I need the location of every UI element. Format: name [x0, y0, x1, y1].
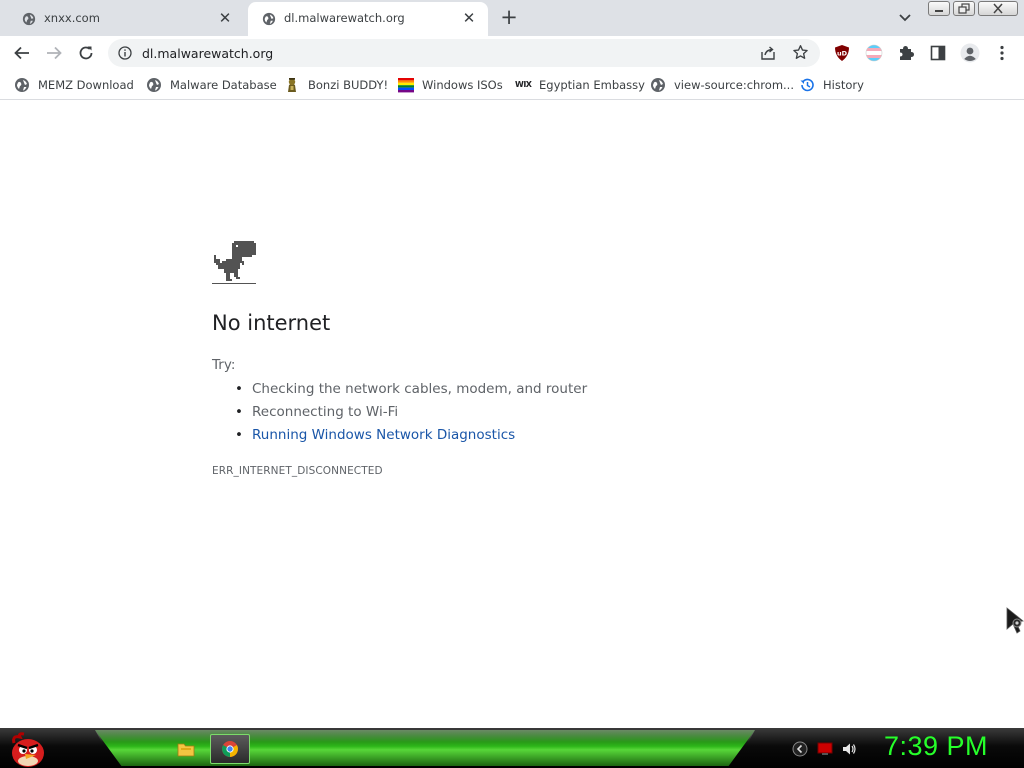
tray-volume-icon[interactable] [841, 741, 857, 757]
start-button-angry-bird-icon[interactable] [6, 731, 48, 768]
globe-icon [15, 78, 29, 92]
mouse-cursor-icon [1006, 607, 1024, 634]
wix-icon: WIX [515, 80, 532, 89]
tab-title: xnxx.com [44, 11, 100, 25]
suggestion-item: Reconnecting to Wi-Fi [230, 402, 587, 425]
bookmark-label: MEMZ Download [38, 78, 134, 92]
reload-icon [79, 46, 93, 60]
offline-dino-icon [212, 241, 256, 284]
try-label: Try: [212, 357, 236, 373]
ublock-shield-icon: uD [835, 45, 849, 61]
tab-title: dl.malwarewatch.org [284, 11, 405, 25]
back-arrow-icon [14, 46, 29, 60]
address-bar[interactable]: dl.malwarewatch.org [108, 39, 820, 67]
bookmark-bonzi-buddy[interactable]: Bonzi BUDDY! [284, 76, 388, 94]
puzzle-icon [900, 46, 914, 60]
minimize-button[interactable] [928, 1, 950, 16]
bookmark-memz-download[interactable]: MEMZ Download [14, 76, 134, 94]
bookmark-malware-database[interactable]: Malware Database [146, 76, 277, 94]
taskbar-chrome-button[interactable] [210, 734, 250, 764]
extensions-button[interactable] [895, 42, 917, 64]
bookmark-history[interactable]: History [799, 76, 864, 94]
menu-button[interactable] [991, 42, 1013, 64]
rainbow-flag-icon [398, 78, 414, 93]
globe-icon [651, 78, 665, 92]
tray-show-hidden-icon[interactable] [792, 741, 808, 757]
new-tab-button[interactable]: + [498, 6, 520, 28]
site-info-icon[interactable] [118, 46, 132, 60]
url-text[interactable]: dl.malwarewatch.org [142, 46, 273, 61]
folder-icon [177, 743, 195, 757]
bookmark-label: Windows ISOs [422, 78, 503, 92]
bonzi-icon [288, 78, 296, 92]
history-icon [800, 78, 814, 92]
browser-toolbar: dl.malwarewatch.org uD [0, 36, 1024, 70]
globe-icon [262, 12, 276, 26]
restore-button[interactable] [953, 1, 975, 16]
globe-icon [147, 78, 161, 92]
bookmark-label: Bonzi BUDDY! [308, 78, 389, 92]
tab-xnxx[interactable]: xnxx.com ✕ [8, 2, 244, 36]
suggestion-list: Checking the network cables, modem, and … [230, 379, 587, 448]
error-code: ERR_INTERNET_DISCONNECTED [212, 465, 383, 477]
tab-close-icon[interactable]: ✕ [216, 9, 234, 27]
extension-flag-button[interactable] [863, 42, 885, 64]
profile-button[interactable] [959, 42, 981, 64]
tab-close-icon[interactable]: ✕ [460, 9, 478, 27]
forward-button[interactable] [43, 42, 65, 64]
bookmark-label: Malware Database [170, 78, 277, 92]
forward-arrow-icon [47, 46, 62, 60]
bookmark-view-source[interactable]: view-source:chrom... [650, 76, 794, 94]
tab-search-chevron-icon[interactable] [896, 8, 914, 26]
error-page: No internet Try: Checking the network ca… [0, 101, 1024, 728]
trans-flag-icon [865, 44, 883, 62]
taskbar [0, 728, 1024, 768]
suggestion-item: Checking the network cables, modem, and … [230, 379, 587, 402]
avatar-icon [960, 43, 980, 63]
ublock-label: uD [837, 50, 848, 58]
bookmark-windows-isos[interactable]: Windows ISOs [398, 76, 503, 94]
taskbar-clock[interactable]: 7:39 PM [884, 731, 988, 762]
share-icon[interactable] [760, 45, 776, 61]
chrome-icon [222, 741, 238, 757]
ublock-extension-button[interactable]: uD [831, 42, 853, 64]
bookmark-label: view-source:chrom... [674, 78, 794, 92]
tab-strip: xnxx.com ✕ dl.malwarewatch.org ✕ + [0, 0, 1024, 36]
tab-malwarewatch[interactable]: dl.malwarewatch.org ✕ [248, 2, 488, 36]
kebab-menu-icon [1000, 45, 1004, 61]
bookmark-star-icon[interactable] [792, 44, 809, 61]
bookmark-egyptian-embassy[interactable]: WIX Egyptian Embassy [515, 76, 645, 94]
globe-icon [22, 12, 36, 26]
error-heading: No internet [212, 311, 331, 335]
side-panel-icon [930, 45, 946, 61]
tray-network-icon[interactable] [817, 741, 833, 757]
bookmarks-bar: MEMZ Download Malware Database Bonzi BUD… [0, 70, 1024, 100]
side-panel-button[interactable] [927, 42, 949, 64]
bookmark-label: Egyptian Embassy [539, 78, 645, 92]
back-button[interactable] [11, 42, 33, 64]
taskbar-file-explorer-button[interactable] [166, 734, 206, 764]
network-diagnostics-link[interactable]: Running Windows Network Diagnostics [230, 425, 587, 448]
close-window-button[interactable] [978, 1, 1018, 16]
bookmark-label: History [823, 78, 864, 92]
reload-button[interactable] [75, 42, 97, 64]
